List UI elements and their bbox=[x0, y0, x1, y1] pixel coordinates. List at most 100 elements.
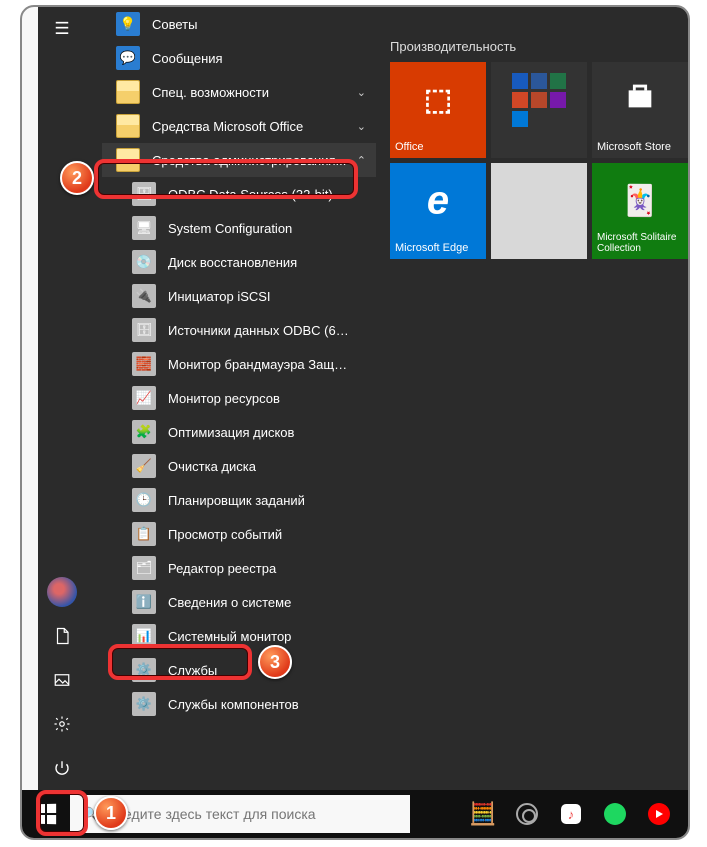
app-label: Советы bbox=[152, 17, 350, 32]
app-system-info[interactable]: ℹ️ Сведения о системе bbox=[102, 585, 376, 619]
app-performance-monitor[interactable]: 📊 Системный монитор bbox=[102, 619, 376, 653]
folder-icon bbox=[116, 80, 140, 104]
app-label: Редактор реестра bbox=[168, 561, 350, 576]
app-system-configuration[interactable]: 🖥 System Configuration bbox=[102, 211, 376, 245]
taskbar-calculator[interactable]: 🧮 bbox=[462, 790, 504, 838]
app-label: Просмотр событий bbox=[168, 527, 350, 542]
app-label: Оптимизация дисков bbox=[168, 425, 350, 440]
app-label: Службы bbox=[168, 663, 350, 678]
app-label: Средства администрирования... bbox=[152, 153, 350, 168]
settings-button[interactable] bbox=[38, 702, 86, 746]
tile-solitaire[interactable]: 🃏 Microsoft Solitaire Collection bbox=[592, 163, 688, 259]
tiles-group-header[interactable]: Производительность bbox=[390, 39, 668, 54]
tile-office[interactable]: ⬚ Office bbox=[390, 62, 486, 158]
services-icon: ⚙️ bbox=[132, 658, 156, 682]
office-icon: ⬚ bbox=[424, 83, 452, 118]
iscsi-icon: 🔌 bbox=[132, 284, 156, 308]
app-recovery-drive[interactable]: 💿 Диск восстановления bbox=[102, 245, 376, 279]
lightbulb-icon: 💡 bbox=[116, 12, 140, 36]
app-label: Спец. возможности bbox=[152, 85, 350, 100]
cleanup-icon: 🧹 bbox=[132, 454, 156, 478]
app-task-scheduler[interactable]: 🕒 Планировщик заданий bbox=[102, 483, 376, 517]
app-messages[interactable]: 💬 Сообщения bbox=[102, 41, 376, 75]
event-icon: 📋 bbox=[132, 522, 156, 546]
start-button[interactable] bbox=[22, 790, 70, 838]
app-label: Источники данных ODBC (64-раз... bbox=[168, 323, 350, 338]
start-left-rail: ☰ bbox=[38, 7, 86, 790]
sysinfo-icon: ℹ️ bbox=[132, 590, 156, 614]
cards-icon: 🃏 bbox=[621, 184, 658, 219]
start-menu: ☰ 💡 Советы 💬 Сообщени bbox=[38, 7, 688, 790]
tile-blank[interactable] bbox=[491, 163, 587, 259]
pictures-button[interactable] bbox=[38, 658, 86, 702]
edge-icon: e bbox=[427, 179, 449, 224]
sysconfig-icon: 🖥 bbox=[132, 216, 156, 240]
app-label: Средства Microsoft Office bbox=[152, 119, 350, 134]
tiles-area: Производительность ⬚ Office bbox=[390, 39, 668, 259]
perfmon-icon: 📊 bbox=[132, 624, 156, 648]
app-list: 💡 Советы 💬 Сообщения Спец. возможности ⌄… bbox=[102, 7, 376, 790]
windows-logo-icon bbox=[36, 804, 56, 824]
app-resource-monitor[interactable]: 📈 Монитор ресурсов bbox=[102, 381, 376, 415]
app-label: Монитор брандмауэра Защитник... bbox=[168, 357, 350, 372]
app-iscsi[interactable]: 🔌 Инициатор iSCSI bbox=[102, 279, 376, 313]
hamburger-button[interactable]: ☰ bbox=[38, 7, 86, 51]
odbc-icon: 🗄 bbox=[132, 318, 156, 342]
firewall-icon: 🧱 bbox=[132, 352, 156, 376]
taskbar: 🔍 🧮 ♪ bbox=[22, 790, 688, 838]
app-label: Инициатор iSCSI bbox=[168, 289, 350, 304]
folder-ease-of-access[interactable]: Спец. возможности ⌄ bbox=[102, 75, 376, 109]
search-box[interactable]: 🔍 bbox=[70, 795, 410, 833]
defrag-icon: 🧩 bbox=[132, 420, 156, 444]
app-odbc-32[interactable]: 🗄 ODBC Data Sources (32-bit) bbox=[102, 177, 376, 211]
tile-label: Microsoft Store bbox=[597, 141, 683, 153]
power-icon bbox=[53, 759, 71, 777]
scheduler-icon: 🕒 bbox=[132, 488, 156, 512]
app-registry-editor[interactable]: 🗂 Редактор реестра bbox=[102, 551, 376, 585]
app-label: Диск восстановления bbox=[168, 255, 350, 270]
app-event-viewer[interactable]: 📋 Просмотр событий bbox=[102, 517, 376, 551]
app-label: Планировщик заданий bbox=[168, 493, 350, 508]
search-input[interactable] bbox=[107, 806, 398, 822]
itunes-icon: ♪ bbox=[561, 804, 581, 824]
regedit-icon: 🗂 bbox=[132, 556, 156, 580]
app-label: ODBC Data Sources (32-bit) bbox=[168, 187, 350, 202]
chevron-up-icon: ⌃ bbox=[357, 154, 366, 167]
search-icon: 🔍 bbox=[82, 806, 99, 823]
recovery-icon: 💿 bbox=[132, 250, 156, 274]
chevron-down-icon: ⌄ bbox=[357, 120, 366, 133]
app-firewall-monitor[interactable]: 🧱 Монитор брандмауэра Защитник... bbox=[102, 347, 376, 381]
folder-icon bbox=[116, 114, 140, 138]
app-disk-cleanup[interactable]: 🧹 Очистка диска bbox=[102, 449, 376, 483]
app-label: Системный монитор bbox=[168, 629, 350, 644]
taskbar-youtube[interactable] bbox=[638, 790, 680, 838]
tile-label: Microsoft Edge bbox=[395, 242, 481, 254]
app-odbc-64[interactable]: 🗄 Источники данных ODBC (64-раз... bbox=[102, 313, 376, 347]
compservices-icon: ⚙️ bbox=[132, 692, 156, 716]
document-icon bbox=[53, 627, 71, 645]
tile-edge[interactable]: e Microsoft Edge bbox=[390, 163, 486, 259]
taskbar-spotify[interactable] bbox=[594, 790, 636, 838]
taskbar-itunes[interactable]: ♪ bbox=[550, 790, 592, 838]
user-avatar-button[interactable] bbox=[38, 570, 86, 614]
gear-icon bbox=[53, 715, 71, 733]
tile-office-apps[interactable] bbox=[491, 62, 587, 158]
folder-ms-office[interactable]: Средства Microsoft Office ⌄ bbox=[102, 109, 376, 143]
power-button[interactable] bbox=[38, 746, 86, 790]
app-label: Сообщения bbox=[152, 51, 350, 66]
calculator-icon: 🧮 bbox=[469, 801, 496, 827]
app-component-services[interactable]: ⚙️ Службы компонентов bbox=[102, 687, 376, 721]
taskbar-pocketcasts[interactable] bbox=[506, 790, 548, 838]
app-tips[interactable]: 💡 Советы bbox=[102, 7, 376, 41]
folder-admin-tools[interactable]: Средства администрирования... ⌃ bbox=[102, 143, 376, 177]
office-apps-icon bbox=[512, 73, 566, 127]
youtube-icon bbox=[648, 803, 670, 825]
picture-icon bbox=[53, 671, 71, 689]
app-defrag[interactable]: 🧩 Оптимизация дисков bbox=[102, 415, 376, 449]
store-icon bbox=[623, 79, 657, 121]
app-services[interactable]: ⚙️ Службы bbox=[102, 653, 376, 687]
resmon-icon: 📈 bbox=[132, 386, 156, 410]
app-label: Очистка диска bbox=[168, 459, 350, 474]
tile-store[interactable]: Microsoft Store bbox=[592, 62, 688, 158]
documents-button[interactable] bbox=[38, 614, 86, 658]
